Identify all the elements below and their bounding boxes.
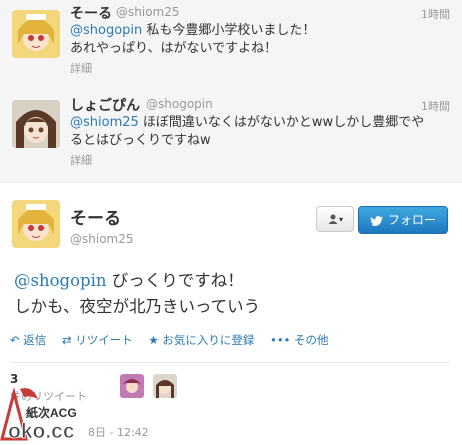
more-button[interactable]: ••• その他: [270, 333, 329, 347]
user-name[interactable]: そーる: [70, 204, 121, 229]
follow-button[interactable]: フォロー: [358, 206, 448, 234]
caret-icon: ▾: [338, 215, 343, 224]
more-label: その他: [294, 333, 329, 347]
user-name[interactable]: そーる: [70, 3, 112, 23]
tweet-text-line2: あれやっぱり、はがないですよね！: [70, 41, 278, 56]
person-icon: [328, 214, 338, 224]
reply-icon: ↶: [10, 333, 20, 347]
tweet-actions: ↶ 返信 ⇄ リツイート ★ お気に入りに登録 ••• その他: [10, 332, 341, 348]
retweet-icon: ⇄: [61, 333, 72, 347]
avatar[interactable]: [12, 200, 60, 248]
retweet-button[interactable]: ⇄ リツイート: [62, 333, 136, 347]
detail-link[interactable]: 詳細: [70, 60, 92, 76]
tweet-item[interactable]: しょごぴん @shogopin 1時間 @shiom25 ほぼ間違いなくはがない…: [0, 90, 462, 183]
tweet-item[interactable]: そーる @shiom25 1時間 @shogopin 私も今豊郷小学校いました！…: [0, 0, 462, 91]
more-dots-icon: •••: [270, 333, 291, 347]
watermark-text2: oko.cc: [8, 420, 75, 441]
user-name[interactable]: しょごぴん: [70, 95, 140, 115]
twitter-bird-icon: [370, 215, 384, 226]
follow-label: フォロー: [387, 213, 436, 227]
detail-link[interactable]: 詳細: [70, 152, 92, 168]
favorite-label: お気に入りに登録: [162, 333, 255, 347]
timestamp[interactable]: 1時間: [421, 98, 450, 114]
divider: [12, 362, 450, 363]
user-actions-button[interactable]: ▾: [316, 206, 354, 232]
tweet-text-line1: 私も今豊郷小学校いました！: [142, 23, 316, 38]
user-handle[interactable]: @shiom25: [70, 232, 134, 246]
reply-button[interactable]: ↶ 返信: [10, 333, 50, 347]
mention-link[interactable]: @shogopin: [70, 23, 142, 38]
mention-link[interactable]: @shogopin: [14, 271, 107, 290]
star-icon: ★: [148, 333, 159, 347]
retweet-label: リツイート: [75, 333, 133, 347]
tweet-text: @shogopin びっくりですね！ しかも、夜空が北乃きいっていう: [14, 268, 260, 320]
tweet-date[interactable]: 8日 - 12:42: [88, 424, 149, 440]
tweet-text: @shiom25 ほぼ間違いなくはがないかとwwしかし豊郷でや るとはびっくりで…: [70, 114, 450, 150]
avatar[interactable]: [120, 374, 144, 398]
tweet-text: @shogopin 私も今豊郷小学校いました！ あれやっぱり、はがないですよね！: [70, 22, 450, 58]
retweeter-avatars: [120, 374, 181, 402]
watermark-text1: 紙次ACG: [26, 405, 77, 420]
avatar[interactable]: [12, 10, 60, 58]
avatar[interactable]: [153, 374, 178, 398]
tweet-text-line1: ほぼ間違いなくはがないかとwwしかし豊郷でや: [138, 115, 425, 130]
avatar[interactable]: [12, 100, 60, 148]
user-handle[interactable]: @shiom25: [116, 5, 180, 19]
tweet-text-line1: びっくりですね！: [106, 271, 244, 290]
reply-label: 返信: [23, 333, 47, 347]
mention-link[interactable]: @shiom25: [70, 115, 139, 130]
tweet-text-line2: るとはびっくりですねw: [70, 133, 211, 148]
timestamp[interactable]: 1時間: [421, 6, 450, 22]
user-handle[interactable]: @shogopin: [146, 97, 213, 111]
tweet-text-line2: しかも、夜空が北乃きいっていう: [14, 297, 261, 316]
favorite-button[interactable]: ★ お気に入りに登録: [148, 333, 258, 347]
